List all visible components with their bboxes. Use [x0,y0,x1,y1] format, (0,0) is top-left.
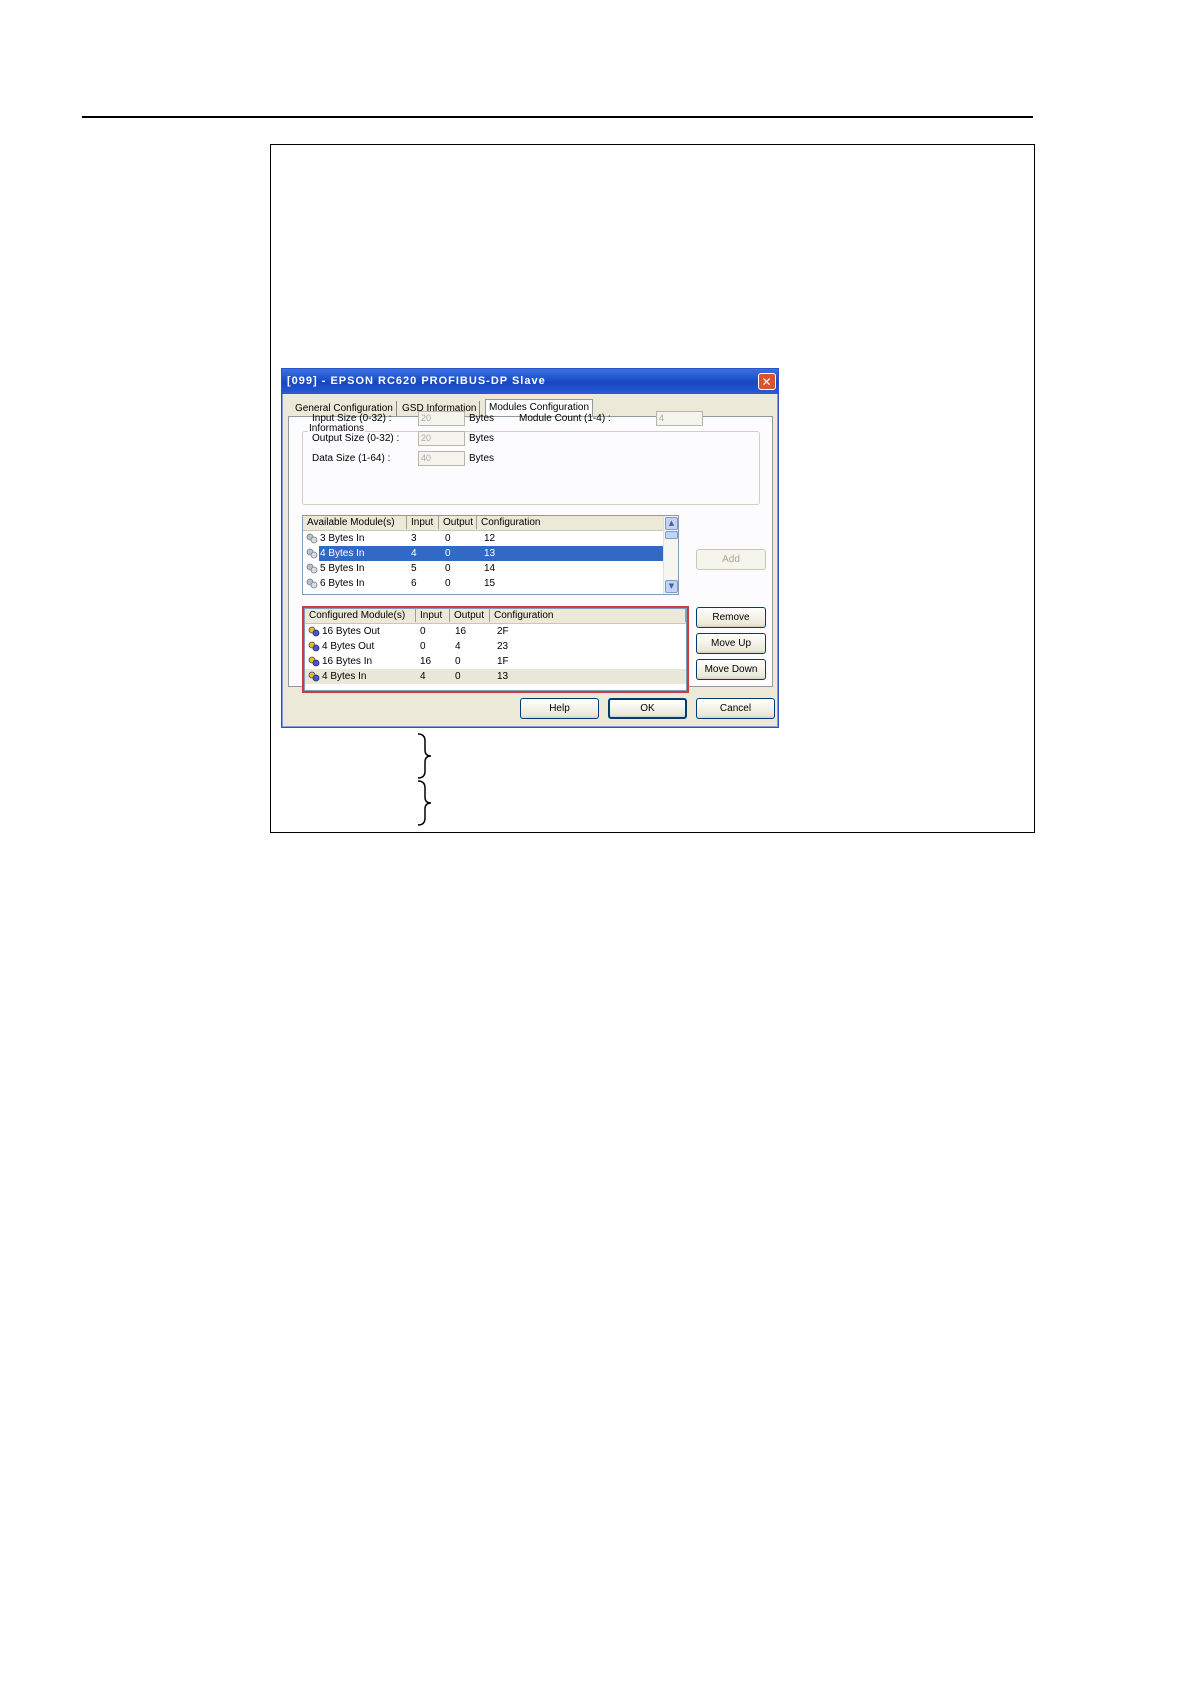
output-size-unit: Bytes [469,433,495,444]
input-size-field: 20 [418,411,465,426]
scroll-thumb[interactable] [665,531,678,539]
module-output: 0 [445,548,451,559]
available-modules-header: Available Module(s) Input Output Configu… [303,516,678,531]
module-count-field: 4 [656,411,703,426]
list-item[interactable]: 5 Bytes In 5 0 14 [303,561,678,576]
input-size-unit: Bytes [469,413,495,424]
scroll-down-icon[interactable]: ▼ [665,580,678,593]
list-item[interactable]: 3 Bytes In 3 0 12 [303,531,678,546]
available-modules-list[interactable]: Available Module(s) Input Output Configu… [302,515,679,595]
module-icon [306,563,318,574]
scroll-up-icon[interactable]: ▲ [665,517,678,530]
move-down-button[interactable]: Move Down [696,659,766,680]
close-icon[interactable]: ✕ [758,373,776,390]
module-icon [306,533,318,544]
module-input: 6 [411,578,417,589]
module-name: 6 Bytes In [320,578,365,589]
data-size-unit: Bytes [469,453,495,464]
curly-brace-icon [417,733,432,779]
available-modules-scrollbar[interactable]: ▲ ▼ [663,516,678,594]
help-button[interactable]: Help [520,698,599,719]
data-size-label: Data Size (1-64) : [312,453,391,464]
cancel-button[interactable]: Cancel [696,698,775,719]
module-output: 0 [445,578,451,589]
module-input: 4 [411,548,417,559]
module-configuration: 15 [484,578,496,589]
page-header-rule [82,116,1033,118]
module-icon [306,578,318,589]
module-name: 3 Bytes In [320,533,365,544]
dialog-title: [099] - EPSON RC620 PROFIBUS-DP Slave [287,375,546,387]
module-icon [306,548,318,559]
configured-modules-highlight [302,606,689,693]
ok-button[interactable]: OK [608,698,687,719]
column-header-input[interactable]: Input [407,516,439,529]
module-count-label: Module Count (1-4) : [519,413,611,424]
module-name: 5 Bytes In [320,563,365,574]
add-button[interactable]: Add [696,549,766,570]
module-output: 0 [445,563,451,574]
module-input: 3 [411,533,417,544]
module-output: 0 [445,533,451,544]
module-configuration: 12 [484,533,496,544]
profibus-slave-dialog: [099] - EPSON RC620 PROFIBUS-DP Slave ✕ … [281,368,779,728]
input-size-label: Input Size (0-32) : [312,413,392,424]
module-name: 4 Bytes In [320,548,365,559]
module-configuration: 14 [484,563,496,574]
module-configuration: 13 [484,548,496,559]
column-header-output[interactable]: Output [439,516,477,529]
module-input: 5 [411,563,417,574]
column-header-configuration[interactable]: Configuration [477,516,665,529]
dialog-titlebar: [099] - EPSON RC620 PROFIBUS-DP Slave ✕ [282,369,778,394]
curly-brace-icon [417,780,432,826]
move-up-button[interactable]: Move Up [696,633,766,654]
output-size-label: Output Size (0-32) : [312,433,400,444]
list-item[interactable]: 6 Bytes In 6 0 15 [303,576,678,591]
data-size-field: 40 [418,451,465,466]
list-item-selected[interactable]: 4 Bytes In 4 0 13 [303,546,678,561]
column-header-module[interactable]: Available Module(s) [303,516,407,529]
output-size-field: 20 [418,431,465,446]
remove-button[interactable]: Remove [696,607,766,628]
